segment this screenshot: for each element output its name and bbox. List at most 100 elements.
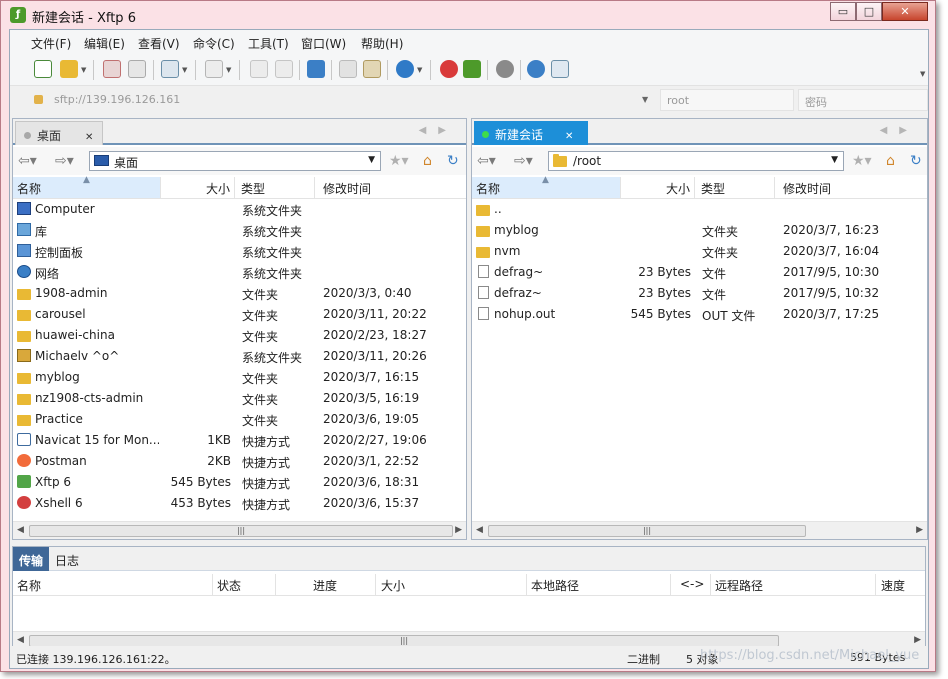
open-folder-dropdown-icon[interactable]: ▼ bbox=[81, 66, 86, 74]
column-direction[interactable]: <-> bbox=[680, 577, 704, 591]
scroll-thumb[interactable]: ||| bbox=[488, 525, 806, 537]
tab-new-session[interactable]: 新建会话 ✕ bbox=[474, 121, 588, 145]
file-row[interactable]: defraz~ 23 Bytes 文件 2017/9/5, 10:32 bbox=[472, 283, 927, 304]
bookmark-icon[interactable]: ★▾ bbox=[389, 153, 409, 169]
column-modified[interactable]: 修改时间 bbox=[315, 177, 466, 198]
column-size[interactable]: 大小 bbox=[621, 177, 695, 198]
menu-edit[interactable]: 编辑(E) bbox=[84, 35, 125, 52]
close-icon[interactable]: ✕ bbox=[85, 132, 93, 143]
back-icon[interactable]: ⇦▾ bbox=[18, 153, 37, 169]
menu-help[interactable]: 帮助(H) bbox=[361, 35, 403, 52]
column-size[interactable]: 大小 bbox=[161, 177, 235, 198]
home-icon[interactable]: ⌂ bbox=[886, 153, 895, 169]
file-row[interactable]: nohup.out 545 Bytes OUT 文件 2020/3/7, 17:25 bbox=[472, 304, 927, 325]
menu-tools[interactable]: 工具(T) bbox=[248, 35, 289, 52]
bookmark-icon[interactable]: ★▾ bbox=[852, 153, 872, 169]
column-modified[interactable]: 修改时间 bbox=[775, 177, 927, 198]
open-folder-icon[interactable] bbox=[60, 60, 78, 78]
file-row[interactable]: Computer 系统文件夹 bbox=[13, 199, 466, 220]
column-status[interactable]: 状态 bbox=[217, 577, 241, 594]
reconnect-icon[interactable] bbox=[128, 60, 146, 78]
column-name[interactable]: 名称 ▲ bbox=[472, 175, 621, 198]
host-field[interactable]: sftp://139.196.126.161 bbox=[48, 89, 654, 111]
forward-icon[interactable]: ⇨▾ bbox=[514, 153, 533, 169]
menu-window[interactable]: 窗口(W) bbox=[301, 35, 346, 52]
menu-file[interactable]: 文件(F) bbox=[31, 35, 71, 52]
menu-view[interactable]: 查看(V) bbox=[138, 35, 180, 52]
maximize-button[interactable]: □ bbox=[856, 2, 882, 21]
play-dropdown-icon[interactable]: ▼ bbox=[226, 66, 231, 74]
file-row[interactable]: 库 系统文件夹 bbox=[13, 220, 466, 241]
play-icon[interactable] bbox=[205, 60, 223, 78]
help-icon[interactable] bbox=[527, 60, 545, 78]
file-row[interactable]: Xftp 6 545 Bytes 快捷方式 2020/3/6, 18:31 bbox=[13, 472, 466, 493]
close-icon[interactable]: ✕ bbox=[565, 131, 573, 142]
scroll-left-icon[interactable]: ◀ bbox=[17, 525, 24, 535]
file-row[interactable]: myblog 文件夹 2020/3/7, 16:23 bbox=[472, 220, 927, 241]
scroll-right-icon[interactable]: ▶ bbox=[455, 525, 462, 535]
file-row[interactable]: myblog 文件夹 2020/3/7, 16:15 bbox=[13, 367, 466, 388]
column-speed[interactable]: 速度 bbox=[881, 577, 905, 594]
file-row[interactable]: 1908-admin 文件夹 2020/3/3, 0:40 bbox=[13, 283, 466, 304]
scroll-thumb[interactable]: ||| bbox=[29, 525, 453, 537]
scroll-right-icon[interactable]: ▶ bbox=[914, 635, 921, 645]
home-icon[interactable]: ⌂ bbox=[423, 153, 432, 169]
local-horizontal-scrollbar[interactable]: ◀ ||| ▶ bbox=[13, 521, 466, 539]
tab-scroll-arrows[interactable]: ◀▶ bbox=[880, 125, 919, 136]
file-row[interactable]: huawei-china 文件夹 2020/2/23, 18:27 bbox=[13, 325, 466, 346]
username-field[interactable]: root bbox=[660, 89, 794, 111]
file-row[interactable]: Michaelv ^o^ 系统文件夹 2020/3/11, 20:26 bbox=[13, 346, 466, 367]
column-name[interactable]: 名称 ▲ bbox=[13, 175, 161, 198]
file-row[interactable]: carousel 文件夹 2020/3/11, 20:22 bbox=[13, 304, 466, 325]
xftp-icon[interactable] bbox=[463, 60, 481, 78]
scroll-left-icon[interactable]: ◀ bbox=[17, 635, 24, 645]
minimize-button[interactable]: ▭ bbox=[830, 2, 856, 21]
transfer-dropdown-icon[interactable]: ▼ bbox=[182, 66, 187, 74]
menu-command[interactable]: 命令(C) bbox=[193, 35, 235, 52]
sync-icon[interactable] bbox=[307, 60, 325, 78]
file-row[interactable]: nvm 文件夹 2020/3/7, 16:04 bbox=[472, 241, 927, 262]
file-row[interactable]: nz1908-cts-admin 文件夹 2020/3/5, 16:19 bbox=[13, 388, 466, 409]
file-row[interactable]: defrag~ 23 Bytes 文件 2017/9/5, 10:30 bbox=[472, 262, 927, 283]
column-progress[interactable]: 进度 bbox=[313, 577, 337, 594]
file-row[interactable]: Xshell 6 453 Bytes 快捷方式 2020/3/6, 15:37 bbox=[13, 493, 466, 514]
copy-file-icon[interactable] bbox=[339, 60, 357, 78]
paste-icon[interactable] bbox=[275, 60, 293, 78]
tab-log[interactable]: 日志 bbox=[49, 547, 85, 571]
settings-icon[interactable] bbox=[496, 60, 514, 78]
chevron-down-icon[interactable]: ▼ bbox=[368, 155, 375, 165]
globe-icon[interactable] bbox=[396, 60, 414, 78]
column-remote-path[interactable]: 远程路径 bbox=[715, 577, 763, 594]
file-row[interactable]: 网络 系统文件夹 bbox=[13, 262, 466, 283]
remote-horizontal-scrollbar[interactable]: ◀ ||| ▶ bbox=[472, 521, 927, 539]
xshell-icon[interactable] bbox=[440, 60, 458, 78]
scroll-right-icon[interactable]: ▶ bbox=[916, 525, 923, 535]
refresh-icon[interactable]: ↻ bbox=[910, 153, 922, 169]
file-row[interactable]: .. bbox=[472, 199, 927, 220]
tab-desktop[interactable]: 桌面 ✕ bbox=[15, 121, 103, 145]
tab-transfer[interactable]: 传输 bbox=[13, 547, 50, 571]
close-button[interactable]: ✕ bbox=[882, 2, 928, 21]
forward-icon[interactable]: ⇨▾ bbox=[55, 153, 74, 169]
column-local-path[interactable]: 本地路径 bbox=[531, 577, 579, 594]
file-row[interactable]: Practice 文件夹 2020/3/6, 19:05 bbox=[13, 409, 466, 430]
toolbar-overflow-icon[interactable]: ▼ bbox=[920, 70, 925, 78]
back-icon[interactable]: ⇦▾ bbox=[477, 153, 496, 169]
remote-path-box[interactable]: /root ▼ bbox=[548, 151, 844, 171]
copy-icon[interactable] bbox=[250, 60, 268, 78]
tab-scroll-arrows[interactable]: ◀▶ bbox=[419, 125, 458, 136]
file-row[interactable]: Postman 2KB 快捷方式 2020/3/1, 22:52 bbox=[13, 451, 466, 472]
title-bar[interactable]: ƒ 新建会话 - Xftp 6 ▭ □ ✕ bbox=[1, 1, 935, 29]
column-size[interactable]: 大小 bbox=[381, 577, 405, 594]
file-row[interactable]: Navicat 15 for Mon... 1KB 快捷方式 2020/2/27, 1… bbox=[13, 430, 466, 451]
properties-icon[interactable] bbox=[363, 60, 381, 78]
scroll-left-icon[interactable]: ◀ bbox=[476, 525, 483, 535]
password-field[interactable]: 密码 bbox=[798, 89, 928, 111]
column-type[interactable]: 类型 bbox=[695, 177, 775, 198]
column-type[interactable]: 类型 bbox=[235, 177, 315, 198]
file-row[interactable]: 控制面板 系统文件夹 bbox=[13, 241, 466, 262]
chat-icon[interactable] bbox=[551, 60, 569, 78]
refresh-icon[interactable]: ↻ bbox=[447, 153, 459, 169]
column-name[interactable]: 名称 bbox=[17, 577, 41, 594]
chevron-down-icon[interactable]: ▼ bbox=[831, 155, 838, 165]
